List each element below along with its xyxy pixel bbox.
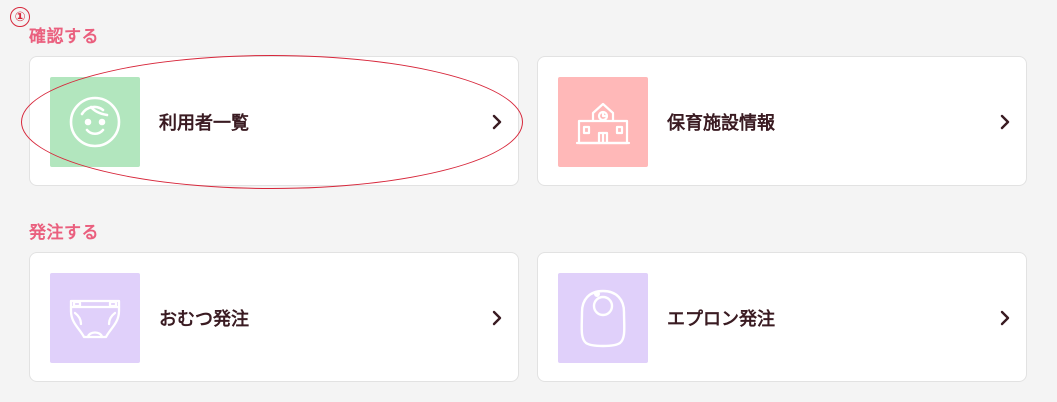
- card-label: 利用者一覧: [159, 113, 249, 134]
- card-label: エプロン発注: [667, 309, 775, 330]
- chevron-right-icon: [492, 114, 502, 130]
- diaper-order-tile: [50, 273, 140, 363]
- apron-order-tile: [558, 273, 648, 363]
- card-facility-info[interactable]: 保育施設情報: [537, 56, 1027, 186]
- chevron-right-icon: [1000, 114, 1010, 130]
- card-label: 保育施設情報: [667, 113, 775, 134]
- card-apron-order[interactable]: エプロン発注: [537, 252, 1027, 382]
- chevron-right-icon: [492, 310, 502, 326]
- chevron-right-icon: [1000, 310, 1010, 326]
- card-label: おむつ発注: [159, 309, 249, 330]
- school-building-icon: [575, 102, 631, 145]
- card-diaper-order[interactable]: おむつ発注: [29, 252, 519, 382]
- smiley-face-icon: [69, 96, 121, 148]
- bib-icon: [580, 289, 626, 348]
- diaper-icon: [69, 299, 121, 339]
- facility-info-tile: [558, 77, 648, 167]
- section-title-confirm: 確認する: [29, 27, 99, 47]
- section-title-order: 発注する: [29, 223, 99, 243]
- user-list-tile: [50, 77, 140, 167]
- card-user-list[interactable]: 利用者一覧: [29, 56, 519, 186]
- annotation-marker: ①: [10, 7, 30, 27]
